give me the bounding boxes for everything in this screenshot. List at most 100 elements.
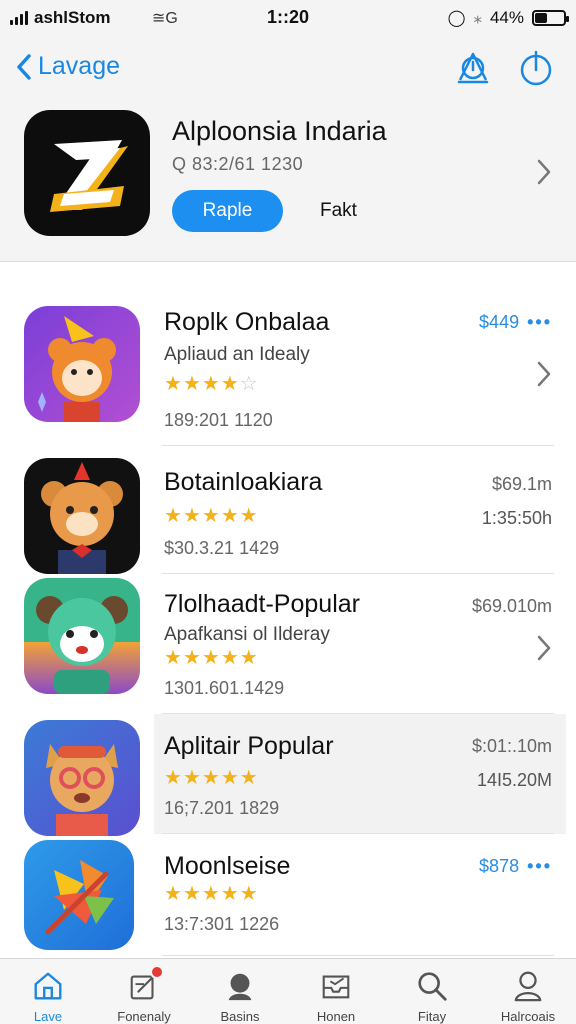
- star-icon: ★: [239, 883, 258, 905]
- star-icon: ★: [164, 883, 182, 905]
- star-icon: ★: [220, 647, 239, 669]
- search-icon: [418, 972, 447, 1001]
- home-icon: [34, 972, 62, 1000]
- star-icon: ★: [164, 505, 182, 527]
- list-item[interactable]: Aplitair Popular ★ ★ ★ ★ ★ 16;7.201 1829 $:0…: [0, 714, 576, 836]
- power-icon[interactable]: [518, 48, 554, 88]
- status-bar: ashlStom ≅G 1::20 ◯ ⁎ 44%: [0, 0, 576, 36]
- item-title: Aplitair Popular: [164, 732, 334, 760]
- battery-percent: 44%: [489, 8, 524, 27]
- tab-label: Honen: [316, 1009, 356, 1024]
- item-price[interactable]: $69.010m: [472, 596, 552, 617]
- star-icon: ★: [164, 647, 182, 669]
- star-icon: ★: [164, 373, 182, 395]
- star-icon: ★: [182, 647, 201, 669]
- star-icon: ★: [239, 505, 258, 527]
- tab-fitay[interactable]: Fitay: [384, 959, 480, 1024]
- item-subtitle: Apliaud an Idealy: [164, 344, 310, 365]
- rating-stars: ★ ★ ★ ★ ★: [164, 768, 258, 788]
- tab-lave[interactable]: Lave: [0, 959, 96, 1024]
- notification-badge: [150, 965, 164, 979]
- item-title: Roplk Onbalaa: [164, 308, 330, 336]
- tab-label: Lave: [33, 1009, 63, 1024]
- divider: [162, 445, 554, 446]
- star-icon: ★: [182, 505, 201, 527]
- rating-stars: ★ ★ ★ ★ ★: [164, 648, 258, 668]
- star-icon: ★: [201, 767, 220, 789]
- status-right: ◯ ⁎ 44%: [447, 8, 569, 28]
- tab-label: Basins: [220, 1009, 260, 1024]
- star-icon: ★: [201, 883, 220, 905]
- secondary-link[interactable]: Fakt: [320, 200, 357, 222]
- star-icon: ★: [201, 373, 220, 395]
- rating-stars: ★ ★ ★ ★ ☆: [164, 374, 258, 394]
- star-icon: ★: [239, 767, 258, 789]
- green-bear-app-icon: [24, 578, 140, 694]
- item-date: 189:201 1120: [164, 410, 273, 430]
- star-icon: ★: [164, 767, 182, 789]
- tab-basins[interactable]: Basins: [192, 959, 288, 1024]
- person-icon: [228, 973, 252, 1001]
- bear-app-icon: [24, 458, 140, 574]
- list-item[interactable]: Roplk Onbalaa Apliaud an Idealy ★ ★ ★ ★ ☆ 18…: [0, 294, 576, 446]
- star-icon: ★: [182, 883, 201, 905]
- chevron-right-icon[interactable]: [536, 158, 552, 186]
- tab-honen[interactable]: Honen: [288, 959, 384, 1024]
- tab-label: Fitay: [417, 1009, 447, 1024]
- more-icon[interactable]: •••: [527, 856, 552, 877]
- battery-fill: [535, 13, 548, 23]
- inbox-icon: [322, 975, 350, 999]
- item-price[interactable]: $69.1m: [492, 474, 552, 495]
- alarm-icon: ◯: [447, 10, 466, 27]
- star-icon: ★: [201, 647, 220, 669]
- list-item[interactable]: 7lolhaadt-Popular Apafkansi ol Ilderay ★…: [0, 574, 576, 714]
- app-title: Alploonsia Indaria: [172, 116, 387, 146]
- app-logo-icon: [24, 110, 150, 236]
- item-title: Botainloakiara: [164, 468, 323, 496]
- battery-icon: [532, 10, 569, 26]
- star-icon: ★: [220, 373, 239, 395]
- back-button[interactable]: Lavage: [16, 52, 120, 81]
- app-header: Lavage Alploonsia Indaria Q 83:2/61 1230…: [0, 36, 576, 262]
- app-subtitle: Q 83:2/61 1230: [172, 154, 304, 174]
- item-duration: 14I5.20M: [476, 770, 552, 790]
- back-label: Lavage: [38, 52, 121, 80]
- rating-stars: ★ ★ ★ ★ ★: [164, 884, 258, 904]
- item-duration: 1:35:50h: [481, 508, 552, 528]
- divider: [162, 955, 554, 956]
- item-subtitle: Apafkansi ol Ilderay: [164, 624, 330, 645]
- item-price[interactable]: $878 •••: [479, 856, 552, 877]
- tab-label: Fonenaly: [117, 1009, 171, 1024]
- tab-label: Halrcoais: [500, 1009, 556, 1024]
- star-icon: ★: [239, 647, 258, 669]
- item-price[interactable]: $:01:.10m: [472, 736, 552, 757]
- item-title: Moonlseise: [164, 852, 291, 880]
- bluetooth-icon: ⁎: [473, 8, 482, 27]
- cat-app-icon: [24, 720, 140, 836]
- list-item[interactable]: Moonlseise ★ ★ ★ ★ ★ 13:7:301 1226 $878 •••: [0, 834, 576, 956]
- user-icon: [514, 971, 542, 1002]
- star-icon: ★: [220, 883, 239, 905]
- item-date: $30.3.21 1429: [164, 538, 280, 558]
- alert-icon[interactable]: [455, 48, 491, 88]
- tab-fonenaly[interactable]: Fonenaly: [96, 959, 192, 1024]
- tab-bar: Lave Fonenaly Basins Honen Fitay Halrcoa…: [0, 958, 576, 1024]
- chevron-right-icon[interactable]: [536, 360, 552, 388]
- item-date: 16;7.201 1829: [164, 798, 280, 818]
- chevron-right-icon[interactable]: [536, 634, 552, 662]
- item-date: 1301.601.1429: [164, 678, 285, 698]
- more-icon[interactable]: •••: [527, 312, 552, 333]
- chevron-left-icon: [17, 53, 31, 80]
- star-icon: ☆: [239, 373, 258, 395]
- price-value: $878: [479, 856, 520, 876]
- star-icon: ★: [182, 373, 201, 395]
- price-value: $449: [479, 312, 520, 332]
- item-date: 13:7:301 1226: [164, 914, 280, 934]
- rating-stars: ★ ★ ★ ★ ★: [164, 506, 258, 526]
- star-icon: ★: [220, 505, 239, 527]
- item-title: 7lolhaadt-Popular: [164, 590, 360, 618]
- item-price[interactable]: $449 •••: [479, 312, 552, 333]
- tab-halrcoais[interactable]: Halrcoais: [480, 959, 576, 1024]
- list-item[interactable]: Botainloakiara ★ ★ ★ ★ ★ $30.3.21 1429 $69.1…: [0, 450, 576, 574]
- primary-action-button[interactable]: Raple: [172, 190, 283, 232]
